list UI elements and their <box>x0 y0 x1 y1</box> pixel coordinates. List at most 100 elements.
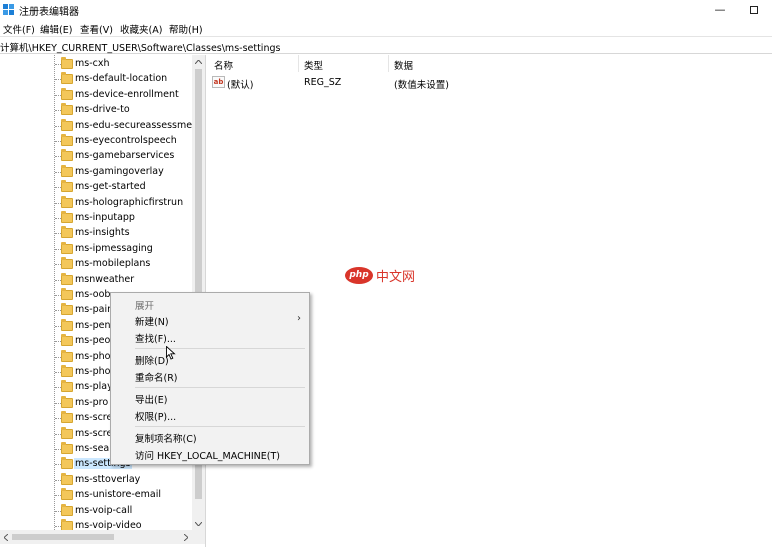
folder-icon <box>61 442 73 454</box>
column-header-type[interactable]: 类型 <box>299 55 389 72</box>
tree-item[interactable]: ms-ipmessaging <box>0 241 204 257</box>
column-header-data[interactable]: 数据 <box>389 55 539 72</box>
tree-item[interactable]: ms-drive-to <box>0 103 204 118</box>
folder-icon <box>61 318 73 331</box>
folder-icon <box>61 303 73 316</box>
tree-item-label: ms-cxh <box>75 58 110 69</box>
minimize-icon: — <box>714 3 726 16</box>
tree-item-label: ms-edu-secureassessment <box>75 119 202 131</box>
tree-item-label: ms-gamebarservices <box>75 150 175 162</box>
value-name: (默认) <box>227 80 254 91</box>
menu-separator <box>135 426 305 427</box>
tree-item-label: ms-sear <box>75 443 114 454</box>
tree-item[interactable]: ms-get-started <box>0 180 204 195</box>
menu-item-go-to-hklm[interactable]: 访问 HKEY_LOCAL_MACHINE(T) <box>111 446 309 462</box>
folder-icon <box>61 519 73 530</box>
tree-item-label: ms-ipmessaging <box>75 242 153 254</box>
menu-file[interactable]: 文件(F) <box>3 22 35 36</box>
minimize-button[interactable]: — <box>702 0 738 19</box>
address-path: 计算机\HKEY_CURRENT_USER\Software\Classes\m… <box>0 43 281 54</box>
folder-icon <box>61 411 73 424</box>
menu-item-copy-key-name[interactable]: 复制项名称(C) <box>111 429 309 445</box>
menu-edit[interactable]: 编辑(E) <box>40 22 72 36</box>
folder-icon <box>61 226 73 239</box>
folder-icon <box>61 241 73 254</box>
folder-icon <box>61 72 73 85</box>
menu-separator <box>135 348 305 349</box>
menu-view[interactable]: 查看(V) <box>80 22 113 36</box>
menu-help[interactable]: 帮助(H) <box>169 22 203 36</box>
tree-item[interactable]: ms-voip-video <box>0 519 204 530</box>
tree-item-label: ms-pair <box>75 304 112 316</box>
tree-item-label: ms-mobileplans <box>75 258 151 270</box>
folder-icon <box>61 103 73 116</box>
tree-item[interactable]: ms-insights <box>0 226 204 241</box>
tree-item-label: ms-inputapp <box>75 212 135 223</box>
tree-item[interactable]: ms-mobileplans <box>0 257 204 272</box>
php-watermark: php 中文网 <box>345 265 415 285</box>
menu-item-export[interactable]: 导出(E) <box>111 390 309 406</box>
tree-item[interactable]: msnweather <box>0 272 204 288</box>
menu-item-permissions[interactable]: 权限(P)... <box>111 407 309 423</box>
chevron-left-icon <box>4 533 8 541</box>
menu-separator <box>135 387 305 388</box>
tree-item[interactable]: ms-holographicfirstrun <box>0 195 204 211</box>
menu-item-new[interactable]: 新建(N) › <box>111 312 309 328</box>
tree-item[interactable]: ms-sttoverlay <box>0 472 204 488</box>
tree-item-label: ms-holographicfirstrun <box>75 196 184 208</box>
folder-icon <box>61 164 73 177</box>
address-bar[interactable]: 计算机\HKEY_CURRENT_USER\Software\Classes\m… <box>0 36 772 54</box>
window-title: 注册表编辑器 <box>19 7 79 18</box>
tree-item[interactable]: ms-device-enrollment <box>0 87 204 103</box>
value-row-default[interactable]: ab (默认) REG_SZ (数值未设置) <box>209 75 769 91</box>
tree-item-label: ms-peo <box>75 335 111 347</box>
menu-item-rename[interactable]: 重命名(R) <box>111 368 309 384</box>
scroll-down-arrow[interactable] <box>192 517 205 530</box>
tree-item[interactable]: ms-default-location <box>0 72 204 87</box>
tree-item-label: ms-device-enrollment <box>75 88 179 100</box>
tree-item[interactable]: ms-unistore-email <box>0 488 204 503</box>
tree-item[interactable]: ms-cxh <box>0 57 204 72</box>
tree-item-label: ms-pen <box>75 319 111 331</box>
tree-item-label: ms-pro <box>75 396 109 408</box>
tree-item[interactable]: ms-gamingoverlay <box>0 164 204 180</box>
tree-item[interactable]: ms-gamebarservices <box>0 149 204 164</box>
tree-item-label: ms-default-location <box>75 73 168 85</box>
folder-icon <box>61 395 73 408</box>
tree-horizontal-scrollbar[interactable] <box>0 530 205 544</box>
folder-icon <box>61 149 73 162</box>
scrollbar-corner <box>193 530 205 544</box>
folder-icon <box>61 334 73 347</box>
tree-item-label: ms-voip-video <box>75 520 142 530</box>
menu-item-find[interactable]: 查找(F)... <box>111 329 309 345</box>
scroll-right-arrow[interactable] <box>180 530 192 544</box>
folder-icon <box>61 195 73 208</box>
registry-editor-icon <box>3 4 14 15</box>
chevron-right-icon <box>184 533 188 541</box>
scroll-up-arrow[interactable] <box>192 55 205 68</box>
submenu-arrow-icon: › <box>297 313 301 324</box>
value-type: REG_SZ <box>304 77 342 88</box>
tree-item[interactable]: ms-voip-call <box>0 503 204 519</box>
tree-item-label: ms-eyecontrolspeech <box>75 135 177 146</box>
column-header-name[interactable]: 名称 <box>209 55 299 72</box>
tree-item[interactable]: ms-inputapp <box>0 211 204 226</box>
tree-item-label: ms-get-started <box>75 181 146 193</box>
scroll-left-arrow[interactable] <box>0 530 12 544</box>
folder-icon <box>61 57 73 69</box>
tree-item[interactable]: ms-eyecontrolspeech <box>0 134 204 149</box>
maximize-button[interactable] <box>736 0 772 19</box>
tree-item[interactable]: ms-edu-secureassessment <box>0 118 204 134</box>
menu-favorites[interactable]: 收藏夹(A) <box>120 22 162 36</box>
folder-icon <box>61 134 73 146</box>
tree-item-label: ms-scre <box>75 427 113 439</box>
tree-item-label: ms-gamingoverlay <box>75 165 164 177</box>
tree-item-label: msnweather <box>75 273 135 285</box>
menu-item-delete[interactable]: 删除(D) <box>111 351 309 367</box>
tree-item-label: ms-unistore-email <box>75 489 161 501</box>
folder-icon <box>61 380 73 393</box>
horizontal-scroll-thumb[interactable] <box>12 534 114 540</box>
folder-icon <box>61 257 73 270</box>
tree-item-label: ms-oob <box>75 289 111 300</box>
menu-item-expand[interactable]: 展开 <box>111 296 309 312</box>
